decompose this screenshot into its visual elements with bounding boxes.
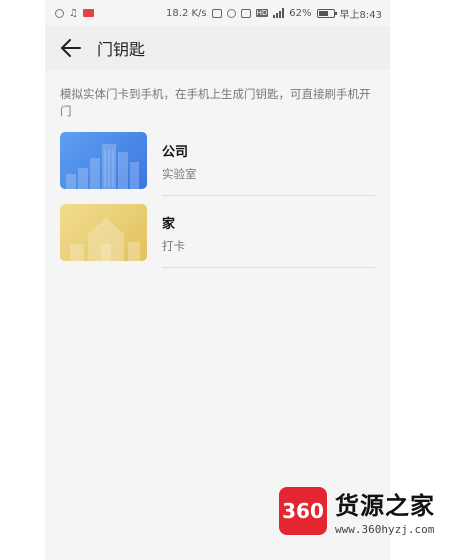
clock: 早上8:43 (339, 9, 382, 21)
key-item-company[interactable]: 公司 实验室 (60, 132, 375, 204)
arrow-left-icon (61, 39, 81, 57)
battery-percent: 62% (289, 7, 312, 19)
watermark-text: 货源之家 www.360hyzj.com (335, 486, 435, 536)
sync-icon (55, 8, 64, 18)
key-name: 家 (162, 217, 176, 232)
house-icon (70, 218, 140, 261)
vibrate-icon (240, 8, 251, 18)
watermark-name: 货源之家 (335, 492, 435, 520)
key-subtitle: 实验室 (162, 167, 197, 181)
back-button[interactable] (59, 36, 83, 60)
watermark-logo: 360 (279, 487, 327, 535)
page-title: 门钥匙 (97, 40, 146, 59)
home-key-card (60, 204, 147, 261)
music-icon: ♫ (69, 7, 78, 19)
company-key-card (60, 132, 147, 189)
key-item-body: 公司 实验室 (162, 132, 375, 196)
phone-screen: ♫ 18.2 K/s HD 62% 早上8:43 门钥匙 模拟实体门卡到手机，在… (45, 0, 390, 560)
watermark-url: www.360hyzj.com (335, 523, 435, 536)
card-icon (82, 9, 94, 17)
network-speed: 18.2 K/s (166, 7, 207, 19)
watermark: 360 货源之家 www.360hyzj.com (279, 486, 435, 536)
signal-icon (273, 8, 285, 18)
battery-icon (316, 8, 337, 18)
key-item-home[interactable]: 家 打卡 (60, 204, 375, 276)
hd-icon: HD (255, 9, 269, 17)
key-subtitle: 打卡 (162, 239, 185, 253)
key-item-body: 家 打卡 (162, 204, 375, 268)
key-list: 公司 实验室 家 打卡 (60, 132, 375, 276)
page-description: 模拟实体门卡到手机，在手机上生成门钥匙，可直接刷手机开门 (60, 87, 371, 118)
status-left: ♫ (55, 8, 94, 19)
title-bar: 门钥匙 (45, 26, 390, 70)
city-buildings-icon (66, 144, 139, 189)
status-right: 18.2 K/s HD 62% 早上8:43 (166, 6, 382, 21)
status-bar: ♫ 18.2 K/s HD 62% 早上8:43 (45, 0, 390, 26)
alarm-icon (226, 8, 236, 18)
key-name: 公司 (162, 145, 189, 160)
nfc-icon (211, 8, 222, 18)
